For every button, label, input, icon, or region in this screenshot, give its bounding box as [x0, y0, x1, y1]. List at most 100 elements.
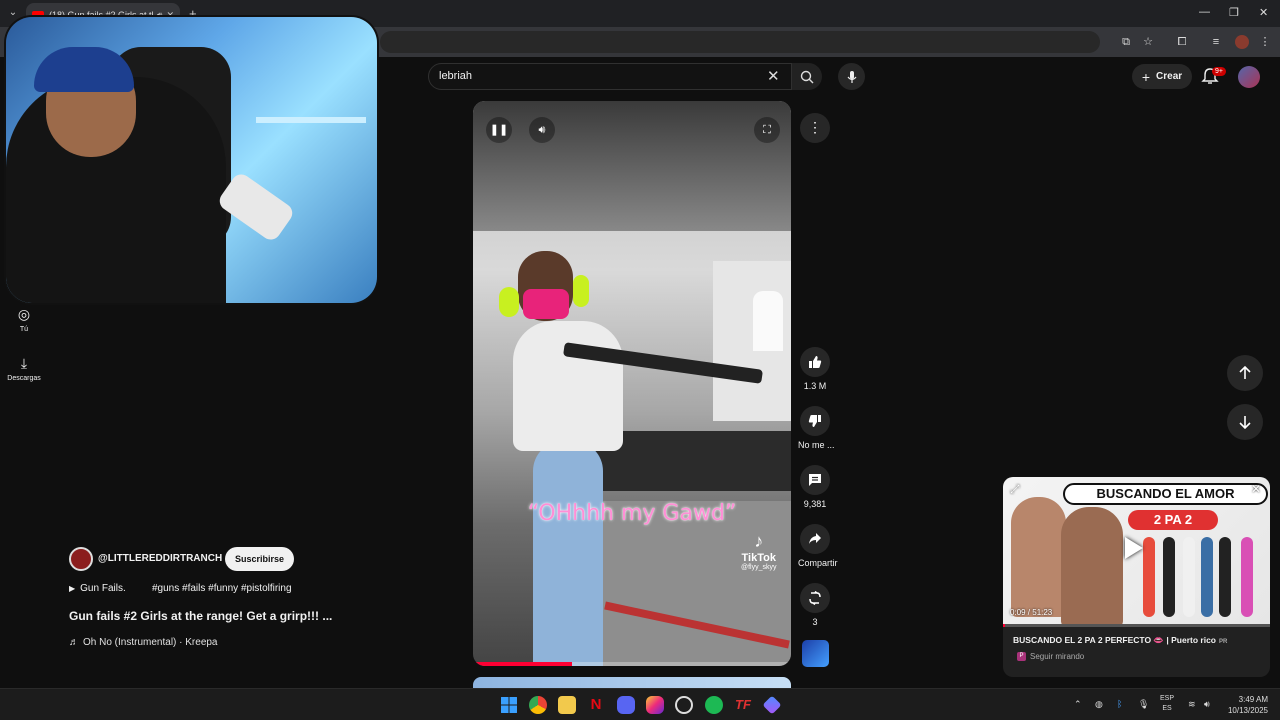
arrow-down-icon — [1239, 416, 1251, 429]
discord-icon[interactable] — [617, 696, 635, 714]
miniplayer-title[interactable]: BUSCANDO EL 2 PA 2 PERFECTO 👄 | Puerto r… — [1013, 635, 1227, 646]
thumbs-down-icon — [808, 415, 821, 427]
language-code: ESP — [1160, 695, 1175, 702]
thumbnail-pill: 2 PA 2 — [1128, 510, 1218, 530]
chatgpt-icon[interactable] — [675, 696, 693, 714]
extensions-icon[interactable]: ⧠ — [1175, 35, 1189, 49]
netflix-icon[interactable]: N — [587, 696, 605, 714]
search-button[interactable] — [792, 63, 822, 90]
play-icon: ▶ — [69, 584, 76, 593]
tab-search-icon[interactable]: ⌄ — [5, 5, 21, 21]
tray-app-icon[interactable]: ◍ — [1095, 699, 1103, 710]
volume-tray-icon[interactable]: 🔊︎ — [1204, 699, 1210, 710]
sidebar-item-you[interactable]: ◎ Tú — [6, 306, 42, 333]
fullscreen-icon[interactable]: ⛶ — [754, 117, 780, 143]
expand-icon[interactable]: ⤢ — [1010, 482, 1020, 497]
spotify-icon[interactable] — [705, 696, 723, 714]
pause-icon[interactable]: ❚❚ — [486, 117, 512, 143]
miniplayer-title-badge: PR — [1219, 639, 1228, 645]
arrow-up-icon — [1239, 366, 1251, 379]
windows-start-icon[interactable] — [500, 696, 518, 714]
dislike-button[interactable] — [800, 406, 830, 436]
tiktok-watermark: ♪ TikTok @flyy_skyy — [741, 531, 777, 571]
language-indicator[interactable]: ESP ES — [1160, 694, 1174, 714]
playlist-link[interactable]: ▶ Gun Fails. — [69, 583, 126, 594]
sidebar-item-label: Descargas — [7, 375, 41, 382]
clock-time: 3:49 AM — [1238, 695, 1268, 704]
like-count: 1.3 M — [803, 381, 827, 391]
music-note-icon: ♬ — [69, 637, 79, 648]
short-video-player[interactable]: “OHhhh my Gawd” ❚❚ 🔊︎ ⛶ ♪ TikTok @flyy_s… — [473, 101, 791, 666]
close-icon[interactable]: ✕ — [1251, 482, 1261, 496]
streamer-cap — [34, 47, 134, 92]
dislike-label: No me ... — [798, 440, 835, 450]
create-button[interactable]: + Crear — [1132, 64, 1192, 89]
share-button[interactable] — [800, 524, 830, 554]
browser-profile-avatar[interactable] — [1235, 35, 1249, 49]
person-legs — [533, 441, 603, 666]
subscribe-button[interactable]: Suscribirse — [225, 547, 294, 571]
video-title[interactable]: Gun fails #2 Girls at the range! Get a g… — [69, 609, 332, 623]
clock-date: 10/13/2025 — [1227, 706, 1268, 715]
comments-button[interactable] — [800, 465, 830, 495]
comments-action[interactable]: 9,381 — [798, 465, 832, 509]
sidebar-item-downloads[interactable]: ⤓ Descargas — [6, 355, 42, 382]
thumbnail-figure — [1163, 537, 1175, 617]
reading-list-icon[interactable]: ≡ — [1209, 35, 1223, 49]
person-body — [513, 321, 623, 451]
range-target — [753, 291, 783, 351]
next-short-button[interactable] — [1227, 404, 1263, 440]
chrome-menu-icon[interactable]: ⋮ — [1258, 35, 1272, 49]
tf-app-icon[interactable]: TF — [734, 696, 752, 714]
hashtags[interactable]: #guns #fails #funny #pistolfiring — [152, 583, 292, 594]
play-icon[interactable] — [1125, 537, 1143, 559]
address-bar[interactable] — [380, 31, 1100, 53]
search-box[interactable]: lebriah ✕ — [428, 63, 792, 90]
account-icon: ◎ — [17, 306, 31, 322]
previous-short-button[interactable] — [1227, 355, 1263, 391]
tiktok-logo-icon: ♪ — [754, 531, 764, 551]
share-action[interactable]: Compartir — [798, 524, 838, 568]
volume-icon[interactable]: 🔊︎ — [529, 117, 555, 143]
windows-taskbar: N TF ⌃ ◍ ᛒ 🎙︎ ESP ES ≋ 🔊︎ 3:49 AM 10/13/… — [0, 688, 1280, 720]
person-mask — [523, 289, 569, 319]
bookmark-star-icon[interactable]: ☆ — [1141, 35, 1155, 49]
voice-search-button[interactable] — [838, 63, 865, 90]
continue-watching[interactable]: P Seguir mirando — [1017, 652, 1084, 661]
minimize-button[interactable]: — — [1199, 6, 1210, 18]
microphone-tray-icon[interactable]: 🎙︎ — [1138, 699, 1149, 710]
instagram-icon[interactable] — [646, 696, 664, 714]
cast-icon[interactable]: ⧉ — [1119, 35, 1133, 49]
channel-name[interactable]: @LITTLEREDDIRTRANCH — [98, 553, 222, 564]
restore-button[interactable]: ❐ — [1229, 6, 1239, 19]
progress-fill — [473, 662, 572, 666]
file-explorer-icon[interactable] — [558, 696, 576, 714]
more-options-button[interactable]: ⋮ — [800, 113, 830, 143]
close-window-button[interactable]: ✕ — [1259, 6, 1268, 19]
system-clock[interactable]: 3:49 AM 10/13/2025 — [1222, 694, 1268, 716]
remix-action[interactable]: 3 — [798, 583, 832, 627]
tiktok-handle: @flyy_skyy — [741, 564, 777, 571]
dislike-action[interactable]: No me ... — [798, 406, 835, 450]
miniplayer-video[interactable]: BUSCANDO EL AMOR 2 PA 2 0:09 / 51:23 ⤢ ✕ — [1003, 477, 1270, 627]
miniplayer[interactable]: BUSCANDO EL AMOR 2 PA 2 0:09 / 51:23 ⤢ ✕… — [1003, 477, 1270, 677]
tray-overflow-icon[interactable]: ⌃ — [1074, 699, 1082, 710]
sound-thumbnail[interactable] — [802, 640, 829, 667]
search-icon — [800, 70, 814, 83]
chrome-icon[interactable] — [529, 696, 547, 714]
ear-protection — [499, 287, 519, 317]
channel-avatar[interactable] — [69, 547, 93, 571]
remix-button[interactable] — [800, 583, 830, 613]
search-input[interactable]: lebriah — [439, 70, 472, 82]
like-action[interactable]: 1.3 M — [798, 347, 832, 391]
user-avatar[interactable] — [1238, 66, 1260, 88]
notifications-badge: 9+ — [1212, 67, 1226, 76]
miniplayer-title-text: BUSCANDO EL 2 PA 2 PERFECTO 👄 | Puerto r… — [1013, 635, 1216, 645]
wifi-icon[interactable]: ≋ — [1188, 699, 1196, 710]
miniplayer-progress-track[interactable] — [1003, 624, 1270, 627]
clear-search-icon[interactable]: ✕ — [767, 67, 780, 85]
bluetooth-icon[interactable]: ᛒ — [1117, 699, 1122, 709]
like-button[interactable] — [800, 347, 830, 377]
app-icon[interactable] — [762, 695, 782, 715]
music-link[interactable]: ♬ Oh No (Instrumental) · Kreepa — [69, 637, 218, 648]
